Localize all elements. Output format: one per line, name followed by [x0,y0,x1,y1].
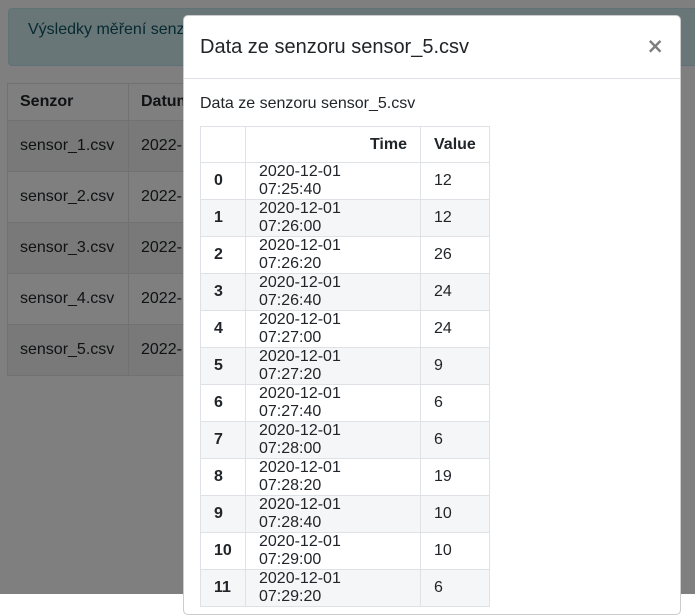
row-index: 0 [200,162,246,200]
time-cell: 2020-12-01 07:25:40 [245,162,421,200]
table-row: 7 2020-12-01 07:28:00 6 [200,421,490,459]
time-cell: 2020-12-01 07:29:00 [245,532,421,570]
column-header-index [200,126,246,163]
table-row: 11 2020-12-01 07:29:20 6 [200,569,490,607]
table-row: 9 2020-12-01 07:28:40 10 [200,495,490,533]
row-index: 3 [200,273,246,311]
value-cell: 19 [420,458,490,496]
value-cell: 10 [420,532,490,570]
modal-title: Data ze senzoru sensor_5.csv [200,35,470,58]
table-row: 6 2020-12-01 07:27:40 6 [200,384,490,422]
table-row: 0 2020-12-01 07:25:40 12 [200,162,490,200]
modal-caption: Data ze senzoru sensor_5.csv [200,95,416,112]
time-cell: 2020-12-01 07:27:20 [245,347,421,385]
sensor-data-modal: Data ze senzoru sensor_5.csv × Data ze s… [183,15,681,615]
value-cell: 6 [420,421,490,459]
row-index: 9 [200,495,246,533]
time-cell: 2020-12-01 07:28:40 [245,495,421,533]
table-row: 10 2020-12-01 07:29:00 10 [200,532,490,570]
row-index: 7 [200,421,246,459]
row-index: 11 [200,569,246,607]
time-cell: 2020-12-01 07:26:20 [245,236,421,274]
sensor-data-table: Time Value 0 2020-12-01 07:25:40 12 1 20… [200,126,490,607]
table-row: 3 2020-12-01 07:26:40 24 [200,273,490,311]
value-cell: 9 [420,347,490,385]
modal-header: Data ze senzoru sensor_5.csv × [184,16,680,79]
time-cell: 2020-12-01 07:29:20 [245,569,421,607]
value-cell: 10 [420,495,490,533]
value-cell: 24 [420,310,490,348]
table-row: 5 2020-12-01 07:27:20 9 [200,347,490,385]
value-cell: 24 [420,273,490,311]
column-header-time: Time [245,126,421,163]
time-cell: 2020-12-01 07:26:00 [245,199,421,237]
table-row: 8 2020-12-01 07:28:20 19 [200,458,490,496]
value-cell: 26 [420,236,490,274]
time-cell: 2020-12-01 07:28:00 [245,421,421,459]
value-cell: 12 [420,162,490,200]
time-cell: 2020-12-01 07:27:40 [245,384,421,422]
time-cell: 2020-12-01 07:28:20 [245,458,421,496]
value-cell: 6 [420,569,490,607]
row-index: 2 [200,236,246,274]
time-cell: 2020-12-01 07:27:00 [245,310,421,348]
row-index: 8 [200,458,246,496]
table-row: 4 2020-12-01 07:27:00 24 [200,310,490,348]
table-row: 2 2020-12-01 07:26:20 26 [200,236,490,274]
close-button[interactable]: × [646,35,664,59]
value-cell: 12 [420,199,490,237]
column-header-value: Value [420,126,490,163]
row-index: 5 [200,347,246,385]
value-cell: 6 [420,384,490,422]
row-index: 6 [200,384,246,422]
row-index: 10 [200,532,246,570]
modal-body: Data ze senzoru sensor_5.csv Time Value … [184,79,680,614]
row-index: 1 [200,199,246,237]
table-row: 1 2020-12-01 07:26:00 12 [200,199,490,237]
row-index: 4 [200,310,246,348]
time-cell: 2020-12-01 07:26:40 [245,273,421,311]
